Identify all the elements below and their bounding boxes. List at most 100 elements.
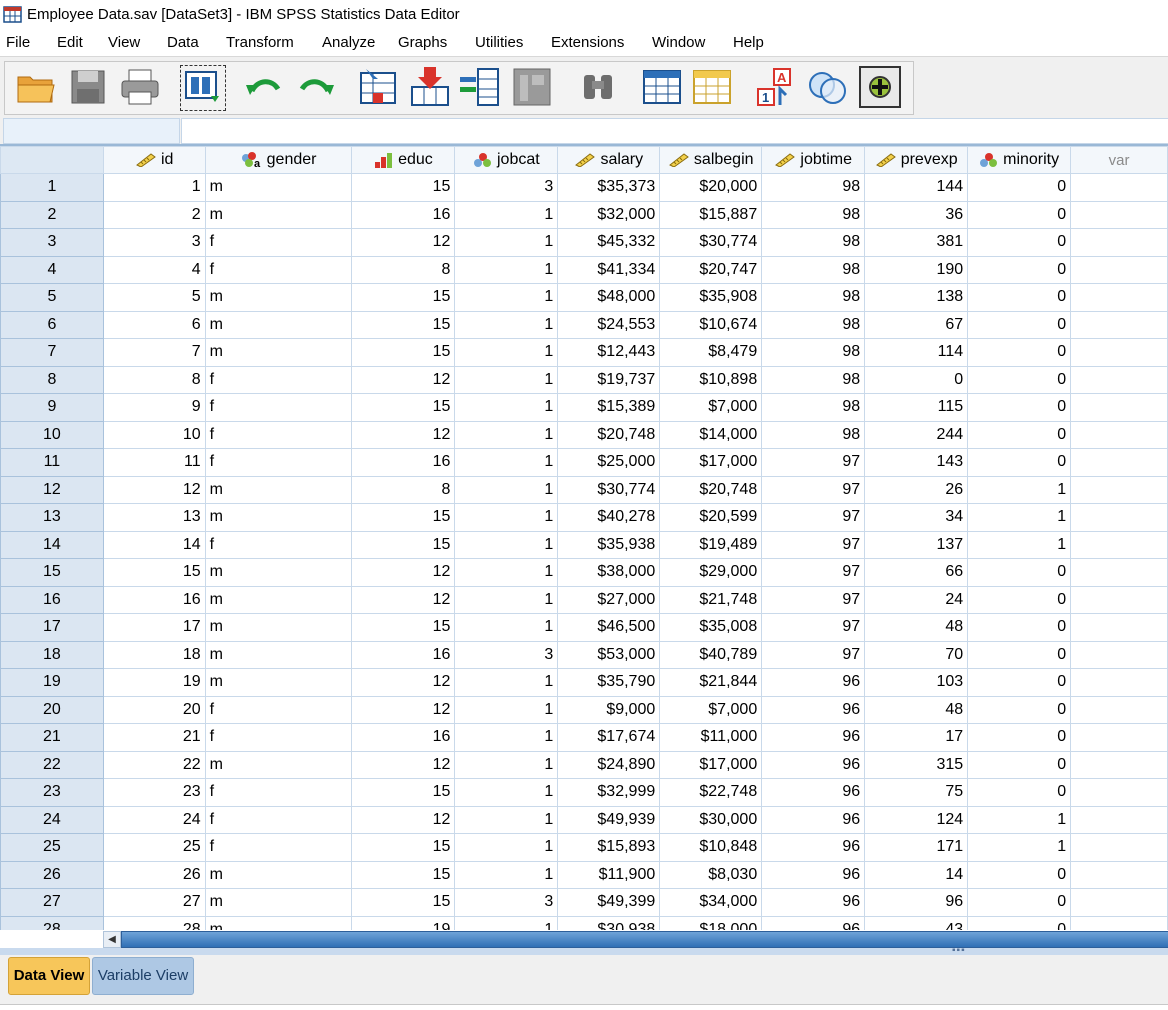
- column-header-prevexp[interactable]: prevexp: [864, 146, 969, 174]
- cell-jobcat[interactable]: 1: [454, 475, 559, 504]
- cell-var[interactable]: [1070, 558, 1168, 587]
- row-header[interactable]: 10: [0, 420, 104, 449]
- column-header-minority[interactable]: minority: [967, 146, 1072, 174]
- cell-prevexp[interactable]: 96: [864, 888, 969, 917]
- cell-id[interactable]: 16: [102, 585, 206, 614]
- row-header[interactable]: 2: [0, 200, 104, 229]
- cell-prevexp[interactable]: 138: [864, 283, 969, 312]
- cell-jobcat[interactable]: 1: [454, 558, 559, 587]
- cell-jobcat[interactable]: 1: [454, 668, 559, 697]
- cell-var[interactable]: [1070, 173, 1168, 202]
- cell-minority[interactable]: 0: [967, 613, 1072, 642]
- cell-jobcat[interactable]: 1: [454, 750, 559, 779]
- cell-educ[interactable]: 15: [351, 530, 456, 559]
- cell-educ[interactable]: 12: [351, 695, 456, 724]
- cell-id[interactable]: 15: [102, 558, 206, 587]
- cell-id[interactable]: 21: [102, 723, 206, 752]
- cell-gender[interactable]: m: [204, 860, 353, 889]
- cell-educ[interactable]: 8: [351, 475, 456, 504]
- row-header[interactable]: 27: [0, 888, 104, 917]
- scrollbar-thumb[interactable]: [121, 931, 1168, 948]
- cell-salary[interactable]: $25,000: [557, 448, 661, 477]
- row-header[interactable]: 21: [0, 723, 104, 752]
- cell-jobcat[interactable]: 1: [454, 393, 559, 422]
- cell-educ[interactable]: 12: [351, 558, 456, 587]
- cell-educ[interactable]: 12: [351, 805, 456, 834]
- cell-jobcat[interactable]: 1: [454, 860, 559, 889]
- cell-minority[interactable]: 1: [967, 475, 1072, 504]
- cell-minority[interactable]: 0: [967, 695, 1072, 724]
- goto-variable-icon[interactable]: [408, 65, 452, 109]
- cell-value-input[interactable]: [181, 118, 1168, 144]
- cell-salbegin[interactable]: $8,030: [659, 860, 763, 889]
- row-header[interactable]: 24: [0, 805, 104, 834]
- insert-cases-icon[interactable]: [640, 65, 684, 109]
- cell-prevexp[interactable]: 48: [864, 613, 969, 642]
- cell-jobcat[interactable]: 3: [454, 640, 559, 669]
- cell-salary[interactable]: $38,000: [557, 558, 661, 587]
- cell-minority[interactable]: 1: [967, 530, 1072, 559]
- cell-minority[interactable]: 0: [967, 255, 1072, 284]
- cell-salbegin[interactable]: $30,000: [659, 805, 763, 834]
- horizontal-scrollbar[interactable]: ◀: [0, 930, 1168, 948]
- row-header[interactable]: 7: [0, 338, 104, 367]
- row-header[interactable]: 18: [0, 640, 104, 669]
- cell-salbegin[interactable]: $20,748: [659, 475, 763, 504]
- cell-minority[interactable]: 0: [967, 173, 1072, 202]
- cell-id[interactable]: 3: [102, 228, 206, 257]
- column-header-var[interactable]: var: [1070, 146, 1168, 174]
- cell-educ[interactable]: 15: [351, 283, 456, 312]
- menu-view[interactable]: View: [108, 34, 140, 51]
- grid-corner[interactable]: [0, 146, 104, 174]
- cell-var[interactable]: [1070, 723, 1168, 752]
- cell-jobtime[interactable]: 97: [761, 558, 866, 587]
- row-header[interactable]: 11: [0, 448, 104, 477]
- cell-id[interactable]: 7: [102, 338, 206, 367]
- cell-var[interactable]: [1070, 888, 1168, 917]
- cell-gender[interactable]: m: [204, 283, 353, 312]
- cell-salbegin[interactable]: $10,674: [659, 310, 763, 339]
- goto-case-icon[interactable]: [356, 65, 400, 109]
- cell-minority[interactable]: 0: [967, 448, 1072, 477]
- cell-prevexp[interactable]: 124: [864, 805, 969, 834]
- cell-educ[interactable]: 15: [351, 888, 456, 917]
- cell-jobcat[interactable]: 1: [454, 338, 559, 367]
- column-header-educ[interactable]: educ: [351, 146, 456, 174]
- cell-jobtime[interactable]: 97: [761, 585, 866, 614]
- cell-id[interactable]: 23: [102, 778, 206, 807]
- cell-prevexp[interactable]: 115: [864, 393, 969, 422]
- cell-id[interactable]: 24: [102, 805, 206, 834]
- cell-jobtime[interactable]: 96: [761, 805, 866, 834]
- cell-educ[interactable]: 15: [351, 393, 456, 422]
- print-icon[interactable]: [118, 65, 162, 109]
- cell-jobcat[interactable]: 1: [454, 228, 559, 257]
- cell-educ[interactable]: 12: [351, 750, 456, 779]
- cell-gender[interactable]: m: [204, 613, 353, 642]
- cell-prevexp[interactable]: 67: [864, 310, 969, 339]
- cell-minority[interactable]: 0: [967, 228, 1072, 257]
- column-header-salary[interactable]: salary: [557, 146, 661, 174]
- cell-var[interactable]: [1070, 585, 1168, 614]
- cell-gender[interactable]: f: [204, 778, 353, 807]
- cell-salbegin[interactable]: $10,898: [659, 365, 763, 394]
- cell-jobtime[interactable]: 97: [761, 475, 866, 504]
- cell-salbegin[interactable]: $17,000: [659, 750, 763, 779]
- cell-minority[interactable]: 0: [967, 778, 1072, 807]
- cell-salary[interactable]: $35,373: [557, 173, 661, 202]
- cell-salary[interactable]: $19,737: [557, 365, 661, 394]
- cell-jobcat[interactable]: 1: [454, 310, 559, 339]
- cell-salary[interactable]: $30,774: [557, 475, 661, 504]
- tab-data-view[interactable]: Data View: [8, 957, 90, 995]
- cell-prevexp[interactable]: 24: [864, 585, 969, 614]
- cell-salbegin[interactable]: $21,748: [659, 585, 763, 614]
- cell-minority[interactable]: 0: [967, 365, 1072, 394]
- cell-salbegin[interactable]: $40,789: [659, 640, 763, 669]
- cell-var[interactable]: [1070, 420, 1168, 449]
- cell-salbegin[interactable]: $35,008: [659, 613, 763, 642]
- cell-var[interactable]: [1070, 200, 1168, 229]
- column-header-jobtime[interactable]: jobtime: [761, 146, 866, 174]
- cell-id[interactable]: 8: [102, 365, 206, 394]
- cell-var[interactable]: [1070, 503, 1168, 532]
- cell-jobtime[interactable]: 96: [761, 888, 866, 917]
- cell-var[interactable]: [1070, 310, 1168, 339]
